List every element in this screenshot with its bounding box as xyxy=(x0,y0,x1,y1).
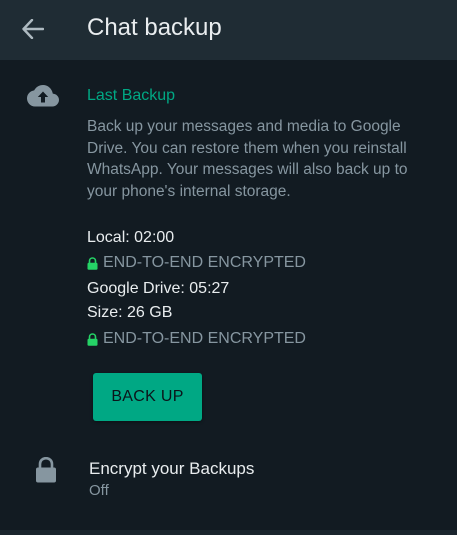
local-encryption-badge: END-TO-END ENCRYPTED xyxy=(87,252,306,274)
last-backup-heading: Last Backup xyxy=(87,87,176,104)
lock-icon xyxy=(36,457,56,483)
cloud-upload-icon xyxy=(27,85,59,107)
page-title: Chat backup xyxy=(87,14,222,41)
local-encryption-text: END-TO-END ENCRYPTED xyxy=(103,254,306,271)
local-backup-time: Local: 02:00 xyxy=(87,229,175,246)
drive-encryption-badge: END-TO-END ENCRYPTED xyxy=(87,328,306,350)
backup-description: Back up your messages and media to Googl… xyxy=(87,118,408,200)
back-button[interactable] xyxy=(13,9,53,49)
divider xyxy=(0,530,457,535)
back-up-button[interactable]: BACK UP xyxy=(93,373,202,421)
lock-icon xyxy=(87,256,98,270)
encrypt-backups-status: Off xyxy=(89,482,109,499)
encrypt-backups-label: Encrypt your Backups xyxy=(89,459,255,478)
encrypt-backups-row[interactable]: Encrypt your Backups Off xyxy=(0,446,457,506)
app-bar: Chat backup xyxy=(0,0,457,60)
google-drive-backup-time: Google Drive: 05:27 xyxy=(87,280,230,297)
arrow-left-icon xyxy=(22,19,44,39)
lock-icon xyxy=(87,332,98,346)
backup-size: Size: 26 GB xyxy=(87,304,173,321)
drive-encryption-text: END-TO-END ENCRYPTED xyxy=(103,330,306,347)
